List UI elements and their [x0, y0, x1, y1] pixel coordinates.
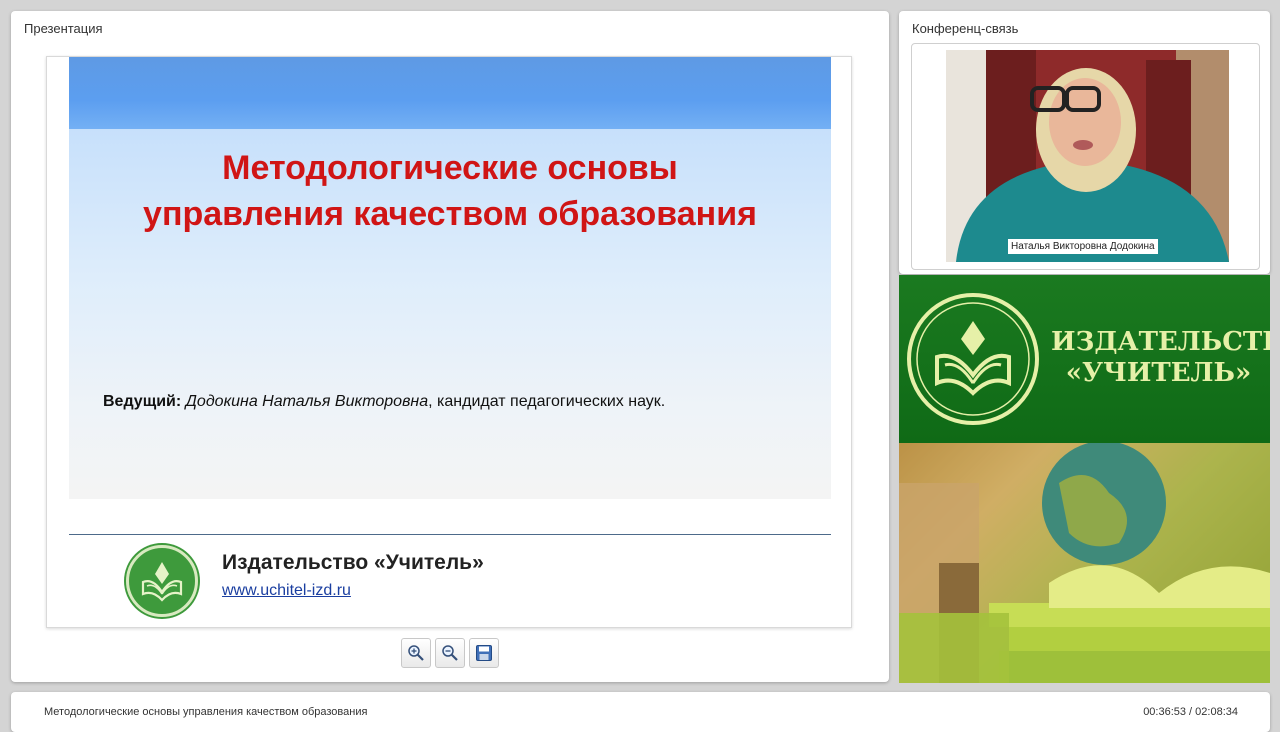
banner-header: ИЗДАТЕЛЬСТВО «УЧИТЕЛЬ»: [899, 275, 1270, 443]
books-globe-illustration: [899, 441, 1270, 683]
zoom-in-button[interactable]: [401, 638, 431, 668]
presentation-panel: Презентация Методологические основы упра…: [11, 11, 889, 682]
save-icon: [476, 645, 492, 661]
book-emblem-icon: [141, 562, 183, 602]
slide-host-name: Додокина Наталья Викторовна: [185, 393, 429, 410]
slide-title-line-1: Методологические основы: [222, 149, 678, 187]
banner-title-line-1: ИЗДАТЕЛЬСТВО: [1051, 327, 1270, 357]
banner-books-image: [899, 441, 1270, 683]
slide-header-band: [69, 57, 831, 129]
playback-time: 00:36:53 / 02:08:34: [1143, 706, 1238, 718]
banner-title: ИЗДАТЕЛЬСТВО «УЧИТЕЛЬ»: [1051, 327, 1270, 389]
slide-host-info: Ведущий: Додокина Наталья Викторовна, ка…: [103, 393, 665, 411]
publisher-link[interactable]: www.uchitel-izd.ru: [222, 582, 351, 600]
slide-toolbar: [401, 638, 499, 668]
slide-title: Методологические основы управления качес…: [69, 145, 831, 237]
speaker-video-image: [946, 50, 1229, 262]
slide-publisher-name: Издательство «Учитель»: [222, 551, 484, 574]
zoom-out-icon: [442, 645, 458, 661]
video-frame: Наталья Викторовна Додокина: [911, 43, 1260, 270]
slide-host-label: Ведущий:: [103, 393, 182, 410]
speaker-name-label: Наталья Викторовна Додокина: [1008, 239, 1158, 254]
publisher-banner: ИЗДАТЕЛЬСТВО «УЧИТЕЛЬ»: [899, 275, 1270, 683]
save-button[interactable]: [469, 638, 499, 668]
footer-title: Методологические основы управления качес…: [44, 706, 368, 718]
player-footer: Методологические основы управления качес…: [11, 692, 1270, 732]
conference-panel-title: Конференц-связь: [912, 21, 1019, 36]
zoom-out-button[interactable]: [435, 638, 465, 668]
conference-panel: Конференц-связь Наталья Викторовна Додок…: [899, 11, 1270, 274]
presentation-panel-title: Презентация: [24, 21, 103, 36]
publisher-logo: [126, 545, 198, 617]
speaker-video[interactable]: Наталья Викторовна Додокина: [946, 50, 1229, 262]
slide-title-line-2: управления качеством образования: [143, 195, 757, 233]
presentation-slide: Методологические основы управления качес…: [46, 56, 852, 628]
zoom-in-icon: [408, 645, 424, 661]
slide-divider: [69, 534, 831, 535]
banner-logo-icon: [907, 293, 1039, 425]
slide-host-suffix: , кандидат педагогических наук.: [428, 393, 666, 410]
banner-title-line-2: «УЧИТЕЛЬ»: [1065, 358, 1252, 388]
